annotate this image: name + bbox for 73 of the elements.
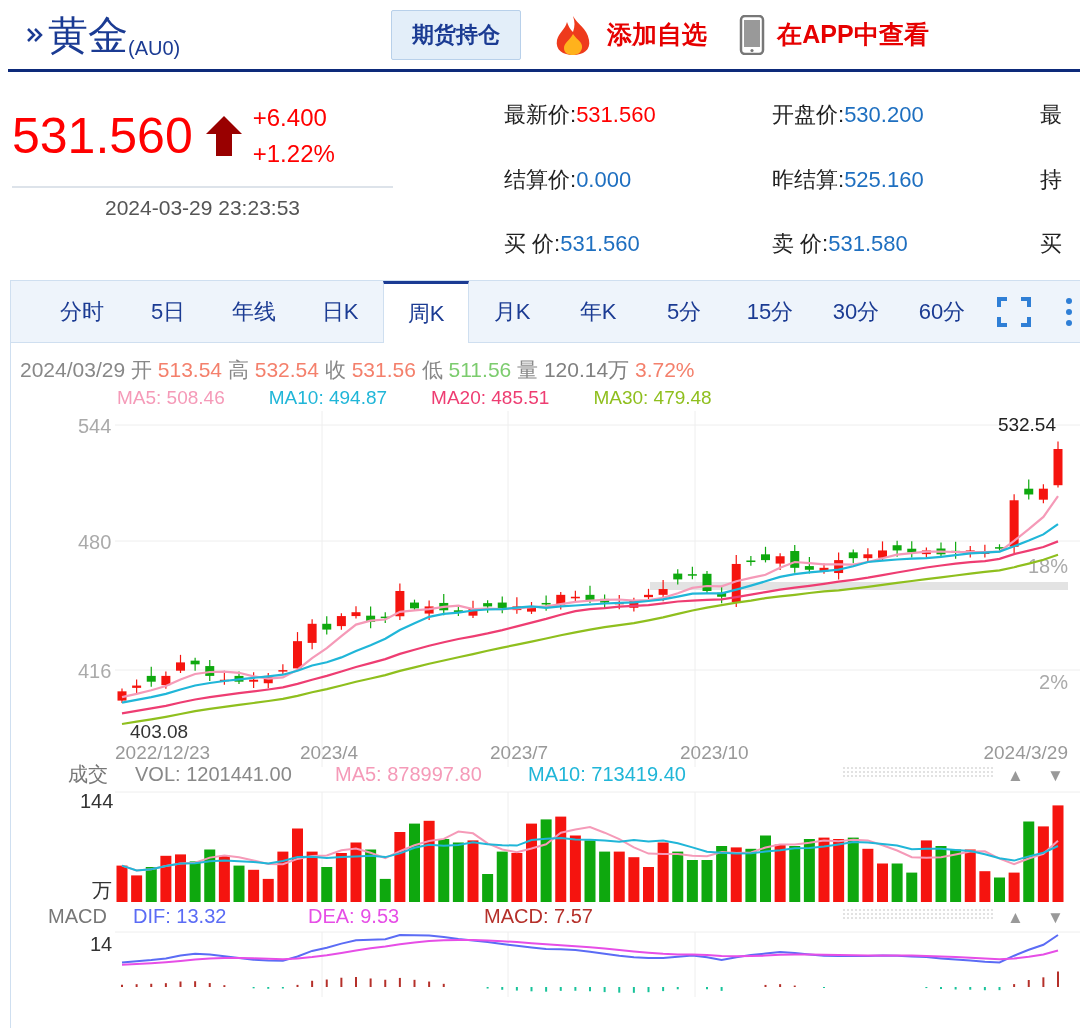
macd-axis-label: 14 [90, 933, 113, 955]
period-tab[interactable]: 5分 [641, 281, 727, 342]
field-value: 531.560 [560, 231, 640, 257]
stat-label: 开 [130, 358, 152, 381]
page-title: 黄金 [48, 14, 128, 55]
date-axis-label: 2023/4 [300, 742, 359, 763]
panel-title: MACD [48, 905, 107, 927]
stat-label: 高 [227, 358, 249, 381]
last-price: 531.560 [12, 111, 193, 161]
field-label: 最 [1040, 102, 1062, 127]
ma-reading: MA20: 485.51 [431, 386, 550, 410]
period-tab[interactable]: 周K [383, 281, 469, 343]
ma-reading: MA10: 713419.40 [528, 763, 686, 785]
indicator-reading: DIF: 13.32 [133, 905, 227, 927]
field-value: 525.160 [844, 166, 924, 192]
field-label: 买 价: [504, 231, 561, 257]
stat-value: 531.56 [351, 358, 416, 381]
volume-unit-label: 万 [92, 879, 112, 901]
price-axis-label: 480 [78, 531, 112, 553]
ma-reading: MA30: 479.48 [593, 386, 712, 410]
volume-axis-label: 144 [80, 790, 114, 812]
period-tab[interactable]: 年线 [211, 281, 297, 342]
period-tab[interactable]: 月K [469, 281, 555, 342]
period-tab[interactable]: 60分 [899, 281, 985, 342]
percent-axis-label: 2% [1039, 671, 1068, 693]
ma-reading: MA10: 494.87 [268, 386, 388, 410]
panel-title: 成交 [68, 763, 108, 785]
volume-reading: VOL: 1201441.00 [135, 763, 292, 785]
low-price-label: 403.08 [130, 721, 189, 742]
period-tab[interactable]: 30分 [813, 281, 899, 342]
field-label: 结算价: [504, 166, 577, 192]
date-axis-label: 2023/7 [490, 742, 549, 763]
positions-button[interactable]: 期货持仓 [391, 9, 522, 60]
action-link[interactable]: 在APP中查看 [777, 15, 929, 54]
stat-label: 收 [324, 358, 346, 381]
price-change: +6.400 [252, 103, 328, 133]
ma-reading: MA5: 878997.80 [335, 763, 482, 785]
date-axis-label: 2023/10 [680, 742, 749, 763]
stat-label: 低 [421, 358, 443, 381]
period-tab[interactable]: 分时 [39, 281, 125, 342]
field-label: 开盘价: [772, 102, 845, 127]
bar-date: 2024/03/29 [20, 358, 126, 381]
field-label: 买 [1040, 231, 1062, 257]
stat-value: 511.56 [448, 358, 512, 381]
stat-value: 120.14万 [543, 358, 630, 381]
indicator-reading: MACD: 7.57 [484, 905, 593, 927]
period-tab[interactable]: 15分 [727, 281, 813, 342]
field-value: 531.580 [828, 231, 908, 257]
stat-value: 532.54 [254, 358, 319, 381]
field-label: 持 [1040, 166, 1062, 192]
contract-code: (AU0) [128, 36, 181, 61]
field-value: 530.200 [844, 102, 924, 127]
period-tab[interactable]: 5日 [125, 281, 211, 342]
date-axis-label: 2022/12/23 [115, 742, 211, 763]
action-link[interactable]: 添加自选 [607, 15, 708, 54]
field-value: 531.560 [576, 102, 656, 127]
high-price-label: 532.54 [997, 414, 1056, 435]
percent-change: +1.22% [252, 139, 335, 169]
date-axis-label: 2024/3/29 [983, 742, 1068, 763]
price-axis-label: 544 [78, 415, 112, 437]
period-tab[interactable]: 日K [297, 281, 383, 342]
field-label: 卖 价: [772, 231, 829, 257]
field-label: 昨结算: [772, 166, 845, 192]
change-percent: 3.72% [635, 358, 695, 381]
period-tab[interactable]: 年K [555, 281, 641, 342]
indicator-reading: DEA: 9.53 [308, 905, 400, 927]
quote-time: 2024-03-29 23:23:53 [12, 186, 393, 224]
price-axis-label: 416 [78, 660, 112, 682]
ma-reading: MA5: 508.46 [117, 386, 225, 410]
field-label: 最新价: [504, 102, 577, 127]
stat-value: 513.54 [157, 358, 223, 381]
field-value: 0.000 [576, 166, 632, 192]
stat-label: 量 [517, 358, 539, 381]
